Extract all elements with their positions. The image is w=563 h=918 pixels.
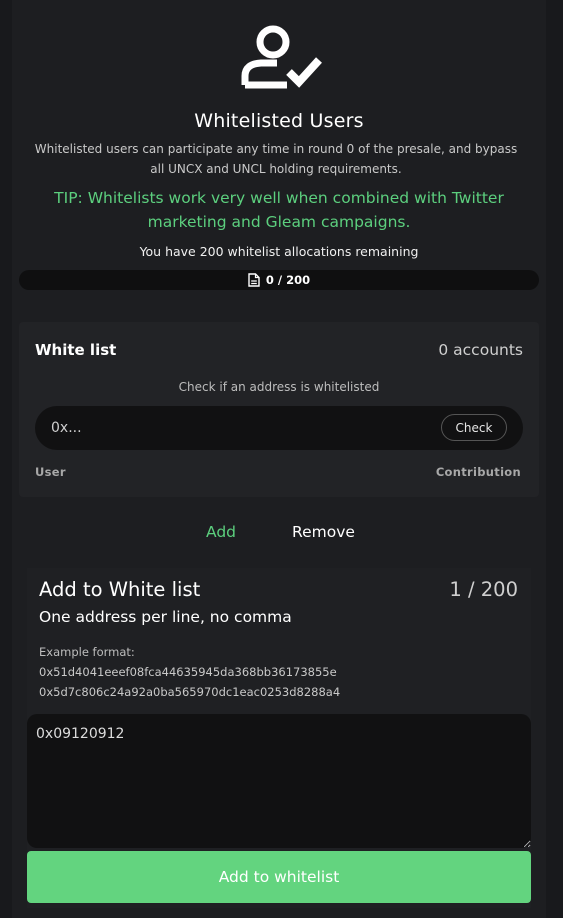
example-address: 0x5d7c806c24a92a0ba565970dc1eac0253d8288… xyxy=(39,685,341,699)
add-panel-subtitle: One address per line, no comma xyxy=(39,608,292,626)
progress-label: 0 / 200 xyxy=(265,273,311,287)
example-format-label: Example format: xyxy=(39,645,135,659)
remaining-allocations: You have 200 whitelist allocations remai… xyxy=(139,244,419,259)
user-check-icon xyxy=(241,25,322,89)
add-to-whitelist-button[interactable]: Add to whitelist xyxy=(27,851,531,903)
allocation-progress-bar: 0 / 200 xyxy=(19,270,539,290)
whitelist-panel: Whitelisted Users Whitelisted users can … xyxy=(12,0,546,918)
page-title: Whitelisted Users xyxy=(194,110,364,132)
column-header-user: User xyxy=(35,465,66,479)
column-header-contribution: Contribution xyxy=(435,465,521,479)
add-to-whitelist-panel: Add to White list 1 / 200 One address pe… xyxy=(27,568,531,908)
address-list-textarea[interactable]: 0x09120912 xyxy=(27,714,531,848)
check-address-label: Check if an address is whitelisted xyxy=(178,380,380,394)
check-button[interactable]: Check xyxy=(441,414,507,441)
whitelist-card: White list 0 accounts Check if an addres… xyxy=(19,322,539,497)
example-address: 0x51d4041eeef08fca44635945da368bb3617385… xyxy=(39,665,337,679)
whitelist-title: White list xyxy=(35,341,117,359)
check-address-input[interactable] xyxy=(51,418,411,438)
tab-add[interactable]: Add xyxy=(206,523,236,541)
line-counter: 1 / 200 xyxy=(449,578,518,601)
check-address-row: Check xyxy=(35,406,523,450)
account-count: 0 accounts xyxy=(438,341,523,359)
tab-remove[interactable]: Remove xyxy=(292,523,355,541)
tip-text: TIP: Whitelists work very well when comb… xyxy=(54,189,504,231)
document-icon xyxy=(248,273,260,287)
page-description: Whitelisted users can participate any ti… xyxy=(34,142,518,176)
add-panel-title: Add to White list xyxy=(39,578,201,601)
